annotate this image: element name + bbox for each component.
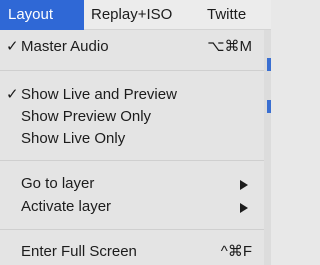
layout-dropdown-menu: ✓ Master Audio ⌥⌘M ✓ Show Live and Previ… bbox=[0, 30, 264, 265]
menu-item-label: Show Live Only bbox=[21, 130, 126, 147]
menu-item-go-to-layer[interactable]: Go to layer bbox=[0, 173, 264, 195]
menu-replay-iso[interactable]: Replay+ISO bbox=[91, 0, 172, 30]
submenu-arrow-icon bbox=[240, 180, 248, 190]
menu-item-enter-full-screen[interactable]: Enter Full Screen ^⌘F bbox=[0, 241, 264, 263]
menu-item-show-live-and-preview[interactable]: ✓ Show Live and Preview bbox=[0, 84, 264, 106]
menu-separator bbox=[0, 160, 264, 161]
menu-item-master-audio[interactable]: ✓ Master Audio ⌥⌘M bbox=[0, 36, 264, 58]
checkmark-icon: ✓ bbox=[6, 38, 19, 55]
menu-item-label: Go to layer bbox=[21, 175, 95, 192]
checkmark-icon: ✓ bbox=[6, 86, 19, 103]
background-accent-mark bbox=[267, 100, 271, 113]
menu-item-show-live-only[interactable]: Show Live Only bbox=[0, 128, 264, 150]
menu-separator bbox=[0, 229, 264, 230]
menu-layout[interactable]: Layout bbox=[0, 0, 84, 30]
keyboard-shortcut: ⌥⌘M bbox=[207, 38, 252, 55]
submenu-arrow-icon bbox=[240, 203, 248, 213]
keyboard-shortcut: ^⌘F bbox=[220, 243, 252, 260]
menu-item-label: Show Live and Preview bbox=[21, 86, 177, 103]
menu-bar: Layout Replay+ISO Twitte bbox=[0, 0, 271, 30]
menu-separator bbox=[0, 70, 264, 71]
menu-item-label: Enter Full Screen bbox=[21, 243, 137, 260]
menu-twitter[interactable]: Twitte bbox=[207, 0, 246, 30]
menu-item-label: Master Audio bbox=[21, 38, 109, 55]
menu-item-label: Show Preview Only bbox=[21, 108, 152, 125]
menu-item-show-preview-only[interactable]: Show Preview Only bbox=[0, 106, 264, 128]
menu-item-label: Activate layer bbox=[21, 198, 112, 215]
menu-item-activate-layer[interactable]: Activate layer bbox=[0, 196, 264, 218]
background-accent-mark bbox=[267, 58, 271, 71]
